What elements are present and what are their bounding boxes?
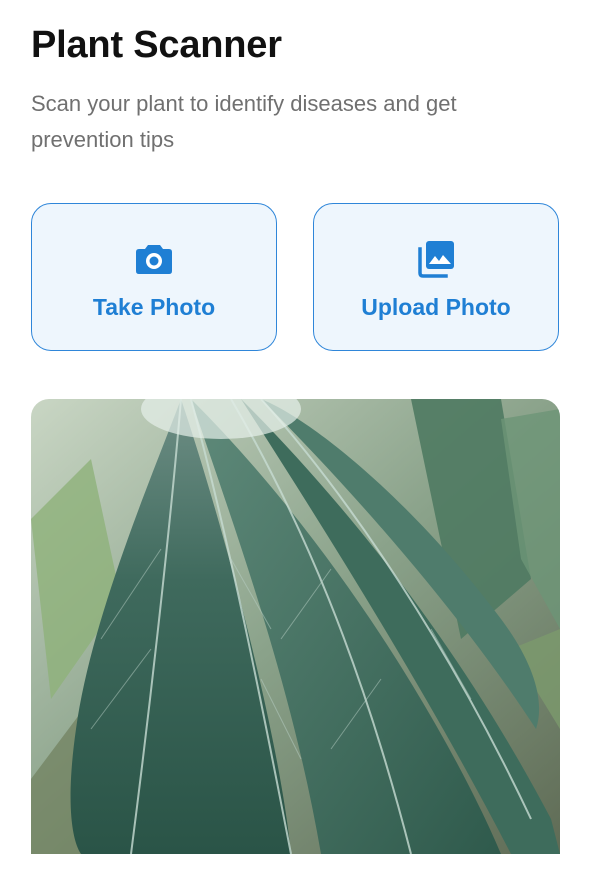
camera-icon bbox=[136, 245, 172, 274]
photo-library-icon bbox=[418, 241, 454, 278]
page-subtitle: Scan your plant to identify diseases and… bbox=[31, 91, 457, 152]
take-photo-button[interactable]: Take Photo bbox=[31, 203, 277, 351]
upload-photo-label: Upload Photo bbox=[361, 294, 511, 320]
plant-photo bbox=[31, 399, 560, 854]
leaf-image bbox=[31, 399, 560, 854]
take-photo-label: Take Photo bbox=[92, 294, 216, 320]
plant-scanner-screen: Plant Scanner Scan your plant to identif… bbox=[0, 0, 591, 871]
upload-photo-button[interactable]: Upload Photo bbox=[313, 203, 559, 351]
page-title: Plant Scanner bbox=[31, 24, 282, 66]
